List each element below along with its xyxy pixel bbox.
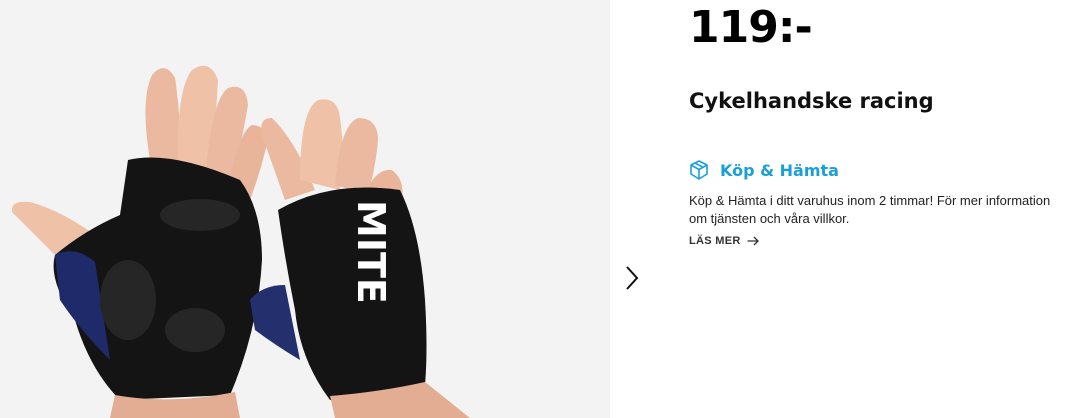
left-glove-hand <box>11 65 267 418</box>
product-price: 119:- <box>689 2 813 53</box>
click-collect-label: Köp & Hämta <box>720 160 839 180</box>
package-icon <box>690 160 708 180</box>
product-image[interactable]: MITE <box>0 0 610 418</box>
click-collect-description: Köp & Hämta i ditt varuhus inom 2 timmar… <box>689 193 1051 226</box>
product-image-gallery: MITE <box>0 0 610 418</box>
svg-text:MITE: MITE <box>349 200 393 304</box>
read-more-label: LÄS MER <box>689 235 741 247</box>
product-title: Cykelhandske racing <box>689 89 934 113</box>
right-glove-hand: MITE <box>250 99 470 418</box>
chevron-right-icon <box>626 266 639 290</box>
arrow-right-icon <box>747 236 759 246</box>
gallery-next-button[interactable] <box>618 262 646 294</box>
read-more-link[interactable]: LÄS MER <box>689 235 759 247</box>
click-collect-header: Köp & Hämta <box>688 157 839 183</box>
